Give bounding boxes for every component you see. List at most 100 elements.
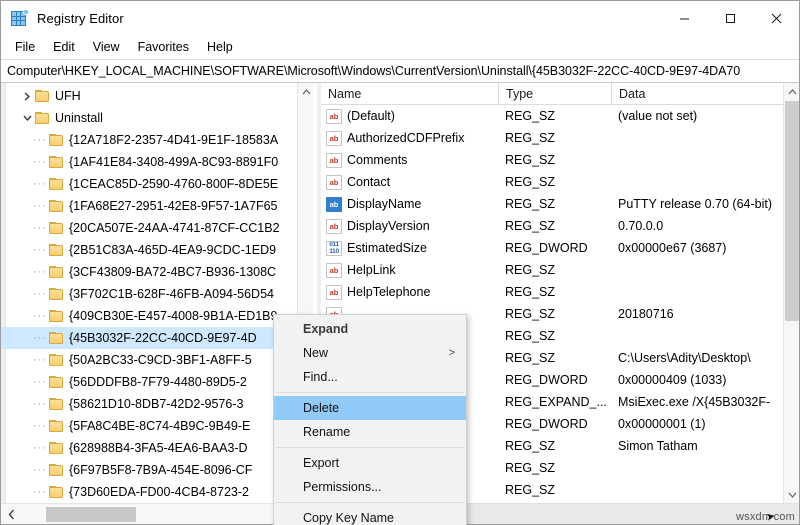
tree-item-label: {3F702C1B-628F-46FB-A094-56D54: [69, 287, 274, 301]
window-controls: [661, 1, 799, 35]
value-type-cell: REG_SZ: [505, 131, 556, 145]
value-data-cell: 0x00000409 (1033): [618, 373, 727, 387]
tree-item-label: {1AF41E84-3408-499A-8C93-8891F0: [69, 155, 279, 169]
value-type-cell: REG_SZ: [505, 439, 556, 453]
context-menu-item[interactable]: Export: [274, 451, 466, 475]
value-row[interactable]: ab (Default) REG_SZ (value not set): [321, 105, 783, 127]
context-menu-separator: [276, 502, 464, 503]
folder-icon: [49, 243, 64, 257]
context-menu-item-label: Delete: [303, 401, 340, 415]
tree-connector: ···: [33, 420, 47, 432]
value-row[interactable]: ab DisplayVersion REG_SZ 0.70.0.0: [321, 215, 783, 237]
registry-editor-icon: [11, 9, 29, 27]
folder-icon: [49, 375, 64, 389]
folder-icon: [49, 133, 64, 147]
tree-item[interactable]: ··· {2B51C83A-465D-4EA9-9CDC-1ED9: [1, 239, 297, 261]
tree-item-label: {3CF43809-BA72-4BC7-B936-1308C: [69, 265, 277, 279]
menu-edit[interactable]: Edit: [44, 37, 84, 58]
context-menu-separator: [276, 392, 464, 393]
reg-sz-icon: ab: [326, 130, 342, 146]
value-row[interactable]: ab HelpTelephone REG_SZ: [321, 281, 783, 303]
menu-view[interactable]: View: [84, 37, 129, 58]
values-vertical-scrollbar[interactable]: [783, 83, 799, 503]
context-menu-item-label: Rename: [303, 425, 351, 439]
watermark-text-before: wsxdn: [736, 511, 769, 523]
reg-sz-icon: ab: [326, 152, 342, 168]
menu-file[interactable]: File: [6, 37, 44, 58]
context-menu-item-label: New: [303, 346, 329, 360]
tree-item-label: {1FA68E27-2951-42E8-9F57-1A7F65: [69, 199, 278, 213]
tree-item[interactable]: ··· {1AF41E84-3408-499A-8C93-8891F0: [1, 151, 297, 173]
value-row[interactable]: ab AuthorizedCDFPrefix REG_SZ: [321, 127, 783, 149]
registry-path-text: Computer\HKEY_LOCAL_MACHINE\SOFTWARE\Mic…: [7, 64, 741, 78]
tree-item-label: {628988B4-3FA5-4EA6-BAA3-D: [69, 441, 248, 455]
tree-horizontal-scrollbar[interactable]: [1, 503, 317, 524]
maximize-button[interactable]: [707, 1, 753, 35]
tree-item[interactable]: ··· {1CEAC85D-2590-4760-800F-8DE5E: [1, 173, 297, 195]
chevron-up-icon[interactable]: [298, 83, 314, 100]
folder-icon: [49, 309, 64, 323]
context-menu-item[interactable]: Copy Key Name: [274, 506, 466, 525]
value-data-cell: MsiExec.exe /X{45B3032F-: [618, 395, 771, 409]
chevron-down-icon[interactable]: [19, 107, 35, 129]
tree-item-label: {56DDDFB8-7F79-4480-89D5-2: [69, 375, 247, 389]
tree-item[interactable]: ··· {3CF43809-BA72-4BC7-B936-1308C: [1, 261, 297, 283]
title-bar: Registry Editor: [1, 1, 799, 36]
tree-item[interactable]: ··· {1FA68E27-2951-42E8-9F57-1A7F65: [1, 195, 297, 217]
tree-item[interactable]: ··· {73D60EDA-FD00-4CB4-8723-2: [1, 481, 297, 503]
tree-item[interactable]: ··· {50A2BC33-C9CD-3BF1-A8FF-5: [1, 349, 297, 371]
value-row[interactable]: ab Contact REG_SZ: [321, 171, 783, 193]
tree-item[interactable]: UFH: [1, 85, 297, 107]
menu-favorites[interactable]: Favorites: [129, 37, 198, 58]
tree-item[interactable]: ··· {6F97B5F8-7B9A-454E-8096-CF: [1, 459, 297, 481]
reg-sz-icon: ab: [326, 284, 342, 300]
value-type-cell: REG_SZ: [505, 329, 556, 343]
context-menu-item[interactable]: New >: [274, 341, 466, 365]
tree-item[interactable]: ··· {3F702C1B-628F-46FB-A094-56D54: [1, 283, 297, 305]
tree-item[interactable]: ··· {409CB30E-E457-4008-9B1A-ED1B9: [1, 305, 297, 327]
tree-item[interactable]: ··· {12A718F2-2357-4D41-9E1F-18583A: [1, 129, 297, 151]
menu-help[interactable]: Help: [198, 37, 242, 58]
tree-item[interactable]: ··· {628988B4-3FA5-4EA6-BAA3-D: [1, 437, 297, 459]
registry-editor-window: Registry Editor File Edit View Favorites…: [0, 0, 800, 525]
chevron-down-icon[interactable]: [784, 486, 799, 503]
context-menu-item[interactable]: Delete: [274, 396, 466, 420]
value-row[interactable]: ab Comments REG_SZ: [321, 149, 783, 171]
tree-item-label: Uninstall: [55, 111, 103, 125]
value-data-cell: PuTTY release 0.70 (64-bit): [618, 197, 773, 211]
value-data-cell: 20180716: [618, 307, 674, 321]
tree-item[interactable]: Uninstall: [1, 107, 297, 129]
close-button[interactable]: [753, 1, 799, 35]
folder-icon: [49, 463, 64, 477]
column-header-name[interactable]: Name: [321, 83, 498, 105]
tree-item[interactable]: ··· {58621D10-8DB7-42D2-9576-3: [1, 393, 297, 415]
value-row[interactable]: ab HelpLink REG_SZ: [321, 259, 783, 281]
tree-hscroll-thumb[interactable]: [46, 507, 136, 522]
column-header-data[interactable]: Data: [611, 83, 783, 105]
tree-connector: ···: [33, 134, 47, 146]
tree-item[interactable]: ··· {56DDDFB8-7F79-4480-89D5-2: [1, 371, 297, 393]
tree-item[interactable]: ··· {5FA8C4BE-8C74-4B9C-9B49-E: [1, 415, 297, 437]
value-row[interactable]: 011 110 EstimatedSize REG_DWORD 0x00000e67 (…: [321, 237, 783, 259]
values-vscroll-thumb[interactable]: [785, 101, 799, 321]
folder-icon: [49, 265, 64, 279]
chevron-up-icon[interactable]: [784, 83, 799, 100]
tree-item[interactable]: ··· {45B3032F-22CC-40CD-9E97-4D: [1, 327, 297, 349]
address-bar[interactable]: Computer\HKEY_LOCAL_MACHINE\SOFTWARE\Mic…: [1, 59, 799, 83]
value-row[interactable]: ab DisplayName REG_SZ PuTTY release 0.70 (6…: [321, 193, 783, 215]
context-menu-item[interactable]: Expand: [274, 317, 466, 341]
value-name-cell: ab AuthorizedCDFPrefix: [321, 130, 498, 146]
column-header-type[interactable]: Type: [498, 83, 611, 105]
context-menu-item[interactable]: Rename: [274, 420, 466, 444]
reg-sz-icon: ab: [326, 218, 342, 234]
chevron-left-icon[interactable]: [1, 504, 21, 524]
context-menu-item[interactable]: Permissions...: [274, 475, 466, 499]
context-menu-item[interactable]: Find...: [274, 365, 466, 389]
chevron-right-icon[interactable]: [19, 85, 35, 107]
tree-connector: ···: [33, 288, 47, 300]
tree-item[interactable]: ··· {20CA507E-24AA-4741-87CF-CC1B2: [1, 217, 297, 239]
values-column-header: Name Type Data: [321, 83, 799, 105]
reg-sz-icon: ab: [326, 174, 342, 190]
minimize-button[interactable]: [661, 1, 707, 35]
value-data-cell: Simon Tatham: [618, 439, 698, 453]
